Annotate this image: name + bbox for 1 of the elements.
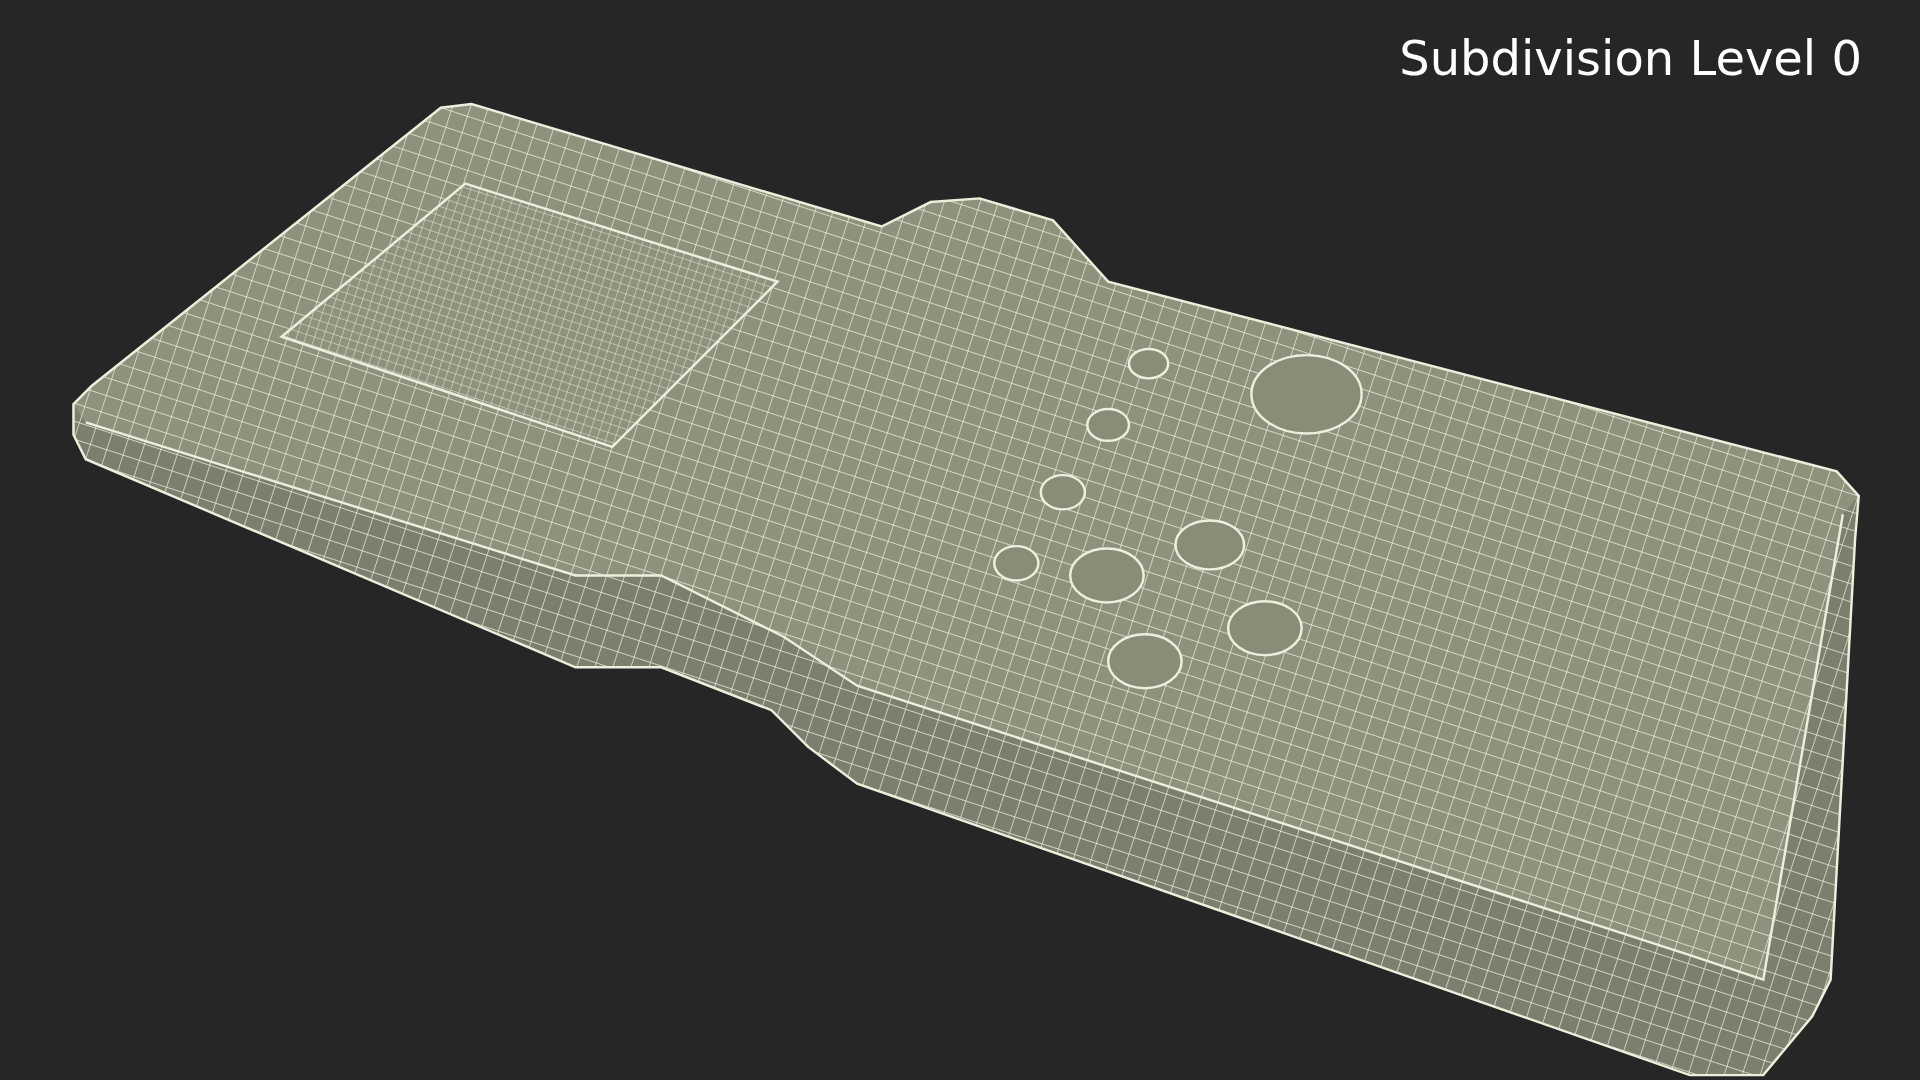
viewport-label: Subdivision Level 0: [1399, 30, 1862, 86]
